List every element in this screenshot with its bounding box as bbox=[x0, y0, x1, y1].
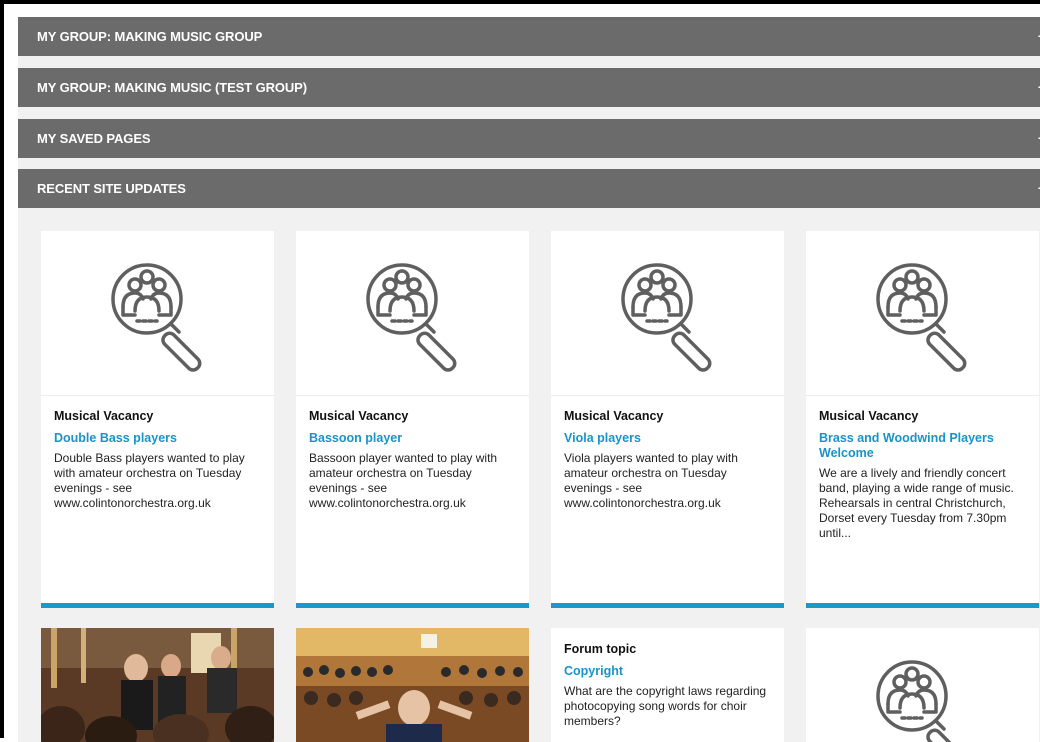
group-bar-making-music-group[interactable]: MY GROUP: MAKING MUSIC GROUP + bbox=[18, 17, 1040, 56]
dashboard-panel: MY GROUP: MAKING MUSIC GROUP + MY GROUP:… bbox=[18, 17, 1040, 742]
update-card[interactable] bbox=[806, 628, 1039, 742]
card-accent-bar bbox=[41, 603, 274, 608]
update-card[interactable]: Musical Vacancy Double Bass players Doub… bbox=[41, 231, 274, 608]
card-type: Musical Vacancy bbox=[54, 409, 154, 423]
group-search-icon bbox=[621, 263, 712, 372]
group-search-icon bbox=[876, 263, 967, 372]
card-title-link[interactable]: Brass and Woodwind Players Welcome bbox=[819, 431, 1029, 461]
recent-updates-label: RECENT SITE UPDATES bbox=[37, 181, 186, 196]
group-bar-label: MY GROUP: MAKING MUSIC (TEST GROUP) bbox=[37, 80, 307, 95]
group-search-icon bbox=[876, 660, 967, 742]
band-photo[interactable] bbox=[296, 628, 529, 742]
card-title-link[interactable]: Double Bass players bbox=[54, 431, 264, 446]
concert-photo[interactable] bbox=[41, 628, 274, 742]
card-image bbox=[806, 231, 1039, 396]
group-bar-making-music-test-group[interactable]: MY GROUP: MAKING MUSIC (TEST GROUP) + bbox=[18, 68, 1040, 107]
card-image bbox=[551, 231, 784, 396]
card-title-link[interactable]: Copyright bbox=[564, 664, 774, 679]
card-image bbox=[806, 628, 1039, 742]
card-description: What are the copyright laws regarding ph… bbox=[564, 684, 767, 728]
card-type: Musical Vacancy bbox=[564, 409, 664, 423]
card-description: We are a lively and friendly concert ban… bbox=[819, 466, 1014, 540]
page-frame: MY GROUP: MAKING MUSIC GROUP + MY GROUP:… bbox=[0, 0, 1040, 742]
card-title-link[interactable]: Viola players bbox=[564, 431, 774, 446]
forum-card[interactable]: Forum topic Copyright What are the copyr… bbox=[551, 628, 784, 742]
card-type: Musical Vacancy bbox=[309, 409, 409, 423]
card-image bbox=[41, 231, 274, 396]
update-card[interactable]: Musical Vacancy Brass and Woodwind Playe… bbox=[806, 231, 1039, 608]
recent-updates-bar[interactable]: RECENT SITE UPDATES + bbox=[18, 169, 1040, 208]
group-bar-label: MY GROUP: MAKING MUSIC GROUP bbox=[37, 29, 263, 44]
card-accent-bar bbox=[551, 603, 784, 608]
card-description: Double Bass players wanted to play with … bbox=[54, 451, 245, 510]
card-accent-bar bbox=[806, 603, 1039, 608]
saved-pages-label: MY SAVED PAGES bbox=[37, 131, 151, 146]
card-image bbox=[296, 231, 529, 396]
card-accent-bar bbox=[296, 603, 529, 608]
card-type: Forum topic bbox=[564, 642, 637, 656]
card-description: Bassoon player wanted to play with amate… bbox=[309, 451, 498, 510]
card-type: Musical Vacancy bbox=[819, 409, 919, 423]
group-search-icon bbox=[366, 263, 457, 372]
card-description: Viola players wanted to play with amateu… bbox=[564, 451, 738, 510]
saved-pages-bar[interactable]: MY SAVED PAGES + bbox=[18, 119, 1040, 158]
group-search-icon bbox=[111, 263, 202, 372]
card-title-link[interactable]: Bassoon player bbox=[309, 431, 519, 446]
update-card[interactable]: Musical Vacancy Viola players Viola play… bbox=[551, 231, 784, 608]
update-card[interactable]: Musical Vacancy Bassoon player Bassoon p… bbox=[296, 231, 529, 608]
